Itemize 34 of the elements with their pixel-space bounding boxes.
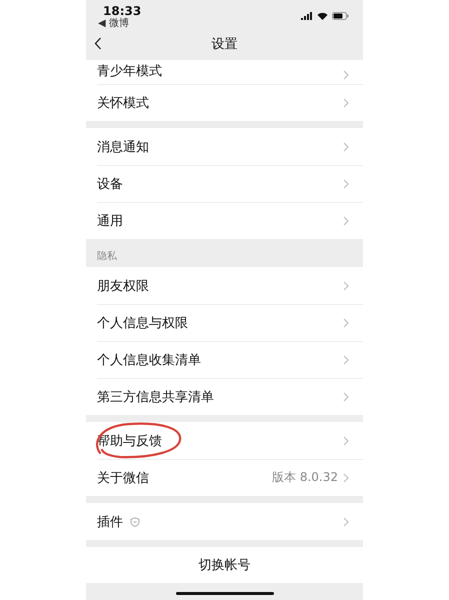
chevron-icon xyxy=(343,436,349,446)
status-time: 18:33 xyxy=(102,4,142,18)
signal-icon xyxy=(301,12,313,20)
settings-row[interactable]: 设备 xyxy=(86,165,363,202)
settings-row[interactable]: 关怀模式 xyxy=(86,84,363,121)
chevron-icon xyxy=(343,70,349,80)
chevron-icon xyxy=(343,472,349,482)
chevron-icon xyxy=(343,142,349,152)
version-text: 版本 8.0.32 xyxy=(272,469,338,486)
page-title: 设置 xyxy=(212,36,238,53)
settings-row[interactable]: 消息通知 xyxy=(86,128,363,165)
chevron-icon xyxy=(343,280,349,290)
chevron-icon xyxy=(343,178,349,188)
chevron-icon xyxy=(343,216,349,226)
chevron-icon xyxy=(343,98,349,108)
chevron-icon xyxy=(343,354,349,364)
settings-row[interactable]: 朋友权限 xyxy=(86,267,363,304)
chevron-icon xyxy=(343,516,349,526)
section-header: 隐私 xyxy=(96,250,118,264)
settings-row[interactable]: 插件 xyxy=(86,503,363,540)
back-icon xyxy=(94,37,102,50)
back-button[interactable] xyxy=(94,37,102,50)
chevron-icon xyxy=(343,392,349,402)
settings-row[interactable]: 关于微信 版本 8.0.32 xyxy=(86,459,363,496)
settings-row[interactable]: 个人信息收集清单 xyxy=(86,341,363,378)
wifi-icon xyxy=(317,12,328,20)
settings-row[interactable]: 第三方信息共享清单 xyxy=(86,378,363,415)
switch-account-button[interactable]: 切换帐号 xyxy=(86,547,363,583)
settings-row[interactable]: 个人信息与权限 xyxy=(86,304,363,341)
back-to-app-link[interactable]: ◀ 微博 xyxy=(98,18,142,29)
chevron-icon xyxy=(343,318,349,328)
settings-row[interactable]: 通用 xyxy=(86,202,363,239)
battery-icon xyxy=(332,12,349,20)
settings-row[interactable]: 青少年模式 xyxy=(86,60,363,84)
